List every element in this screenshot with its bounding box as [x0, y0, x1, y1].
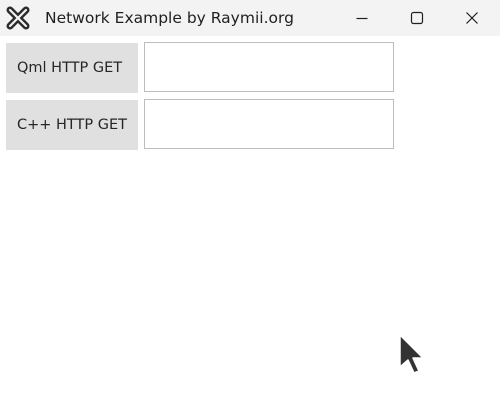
- app-window: Network Example by Raymii.org Qml HTTP G…: [0, 0, 500, 415]
- title-bar[interactable]: Network Example by Raymii.org: [0, 0, 500, 36]
- mouse-pointer-icon: [399, 334, 424, 374]
- maximize-icon: [410, 11, 424, 25]
- cpp-http-get-button[interactable]: C++ HTTP GET: [6, 100, 138, 150]
- x-logo-icon: [6, 6, 30, 30]
- qml-result-field[interactable]: [144, 42, 394, 92]
- close-button[interactable]: [450, 0, 494, 36]
- maximize-button[interactable]: [395, 0, 439, 36]
- minimize-button[interactable]: [340, 0, 384, 36]
- close-icon: [466, 12, 478, 24]
- cpp-result-field[interactable]: [144, 99, 394, 149]
- qml-http-get-button[interactable]: Qml HTTP GET: [6, 43, 138, 93]
- minimize-icon: [356, 17, 368, 20]
- window-title: Network Example by Raymii.org: [45, 9, 294, 27]
